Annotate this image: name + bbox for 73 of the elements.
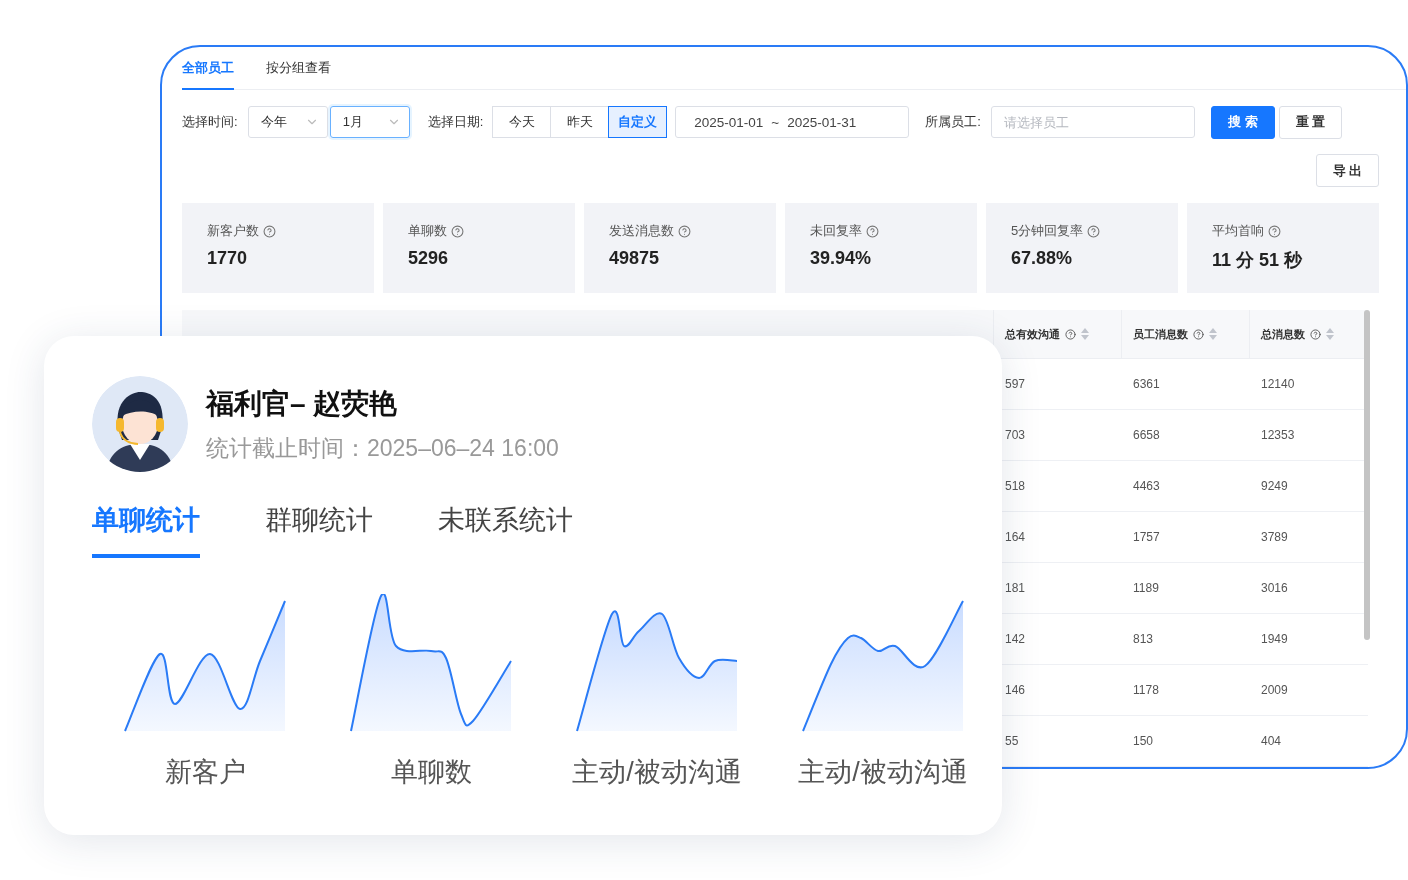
stat-label: 未回复率 (810, 222, 862, 240)
column-header: 员工消息数 (1133, 326, 1188, 342)
help-icon[interactable] (451, 224, 464, 238)
table-cell: 1757 (1133, 530, 1160, 544)
table-cell: 55 (1005, 734, 1019, 748)
table-cell: 6361 (1133, 377, 1160, 391)
column-header: 总有效沟通 (1005, 326, 1060, 342)
filter-label: 选择日期: (427, 113, 484, 131)
stat-value: 39.94% (810, 248, 873, 269)
help-icon[interactable] (866, 224, 879, 238)
table-cell: 1189 (1133, 581, 1159, 595)
tab[interactable]: 未联系统计 (438, 502, 573, 558)
table-cell: 9249 (1261, 479, 1288, 493)
table-cell: 703 (1005, 428, 1026, 442)
staff-select-field[interactable]: 请选择员工 (990, 106, 1195, 138)
date-option[interactable]: 今天 (492, 106, 552, 138)
year-select[interactable]: 今年 (247, 106, 328, 138)
tab[interactable]: 按分组查看 (266, 47, 331, 90)
table-cell: 181 (1005, 581, 1026, 595)
table-cell: 518 (1005, 479, 1026, 493)
table-cell: 813 (1133, 632, 1154, 646)
stat-value: 11 分 51 秒 (1212, 249, 1304, 272)
chart-label: 主动/被动沟通 (572, 756, 742, 789)
table-cell: 12353 (1261, 428, 1295, 442)
search-button[interactable]: 搜 索 (1210, 105, 1275, 139)
chart-label: 新客户 (164, 756, 246, 789)
stat-label: 5分钟回复率 (1011, 222, 1084, 240)
stat-value: 1770 (207, 248, 249, 269)
help-icon[interactable] (1268, 224, 1281, 238)
date-option[interactable]: 自定义 (608, 106, 668, 138)
table-cell: 164 (1005, 530, 1026, 544)
table-cell: 12140 (1261, 377, 1295, 391)
help-icon[interactable] (1065, 328, 1076, 340)
stat-label: 平均首响 (1212, 222, 1264, 240)
tab[interactable]: 全部员工 (182, 47, 234, 90)
stat-label: 发送消息数 (609, 222, 674, 240)
table-cell: 146 (1005, 683, 1026, 697)
table-cell: 142 (1005, 632, 1026, 646)
employee-name: 福利官– 赵荧艳 (206, 386, 399, 421)
stat-label: 单聊数 (408, 222, 447, 240)
help-icon[interactable] (263, 224, 276, 238)
table-cell: 150 (1133, 734, 1154, 748)
help-icon[interactable] (1310, 328, 1321, 340)
date-option[interactable]: 昨天 (550, 106, 610, 138)
export-button[interactable]: 导 出 (1316, 154, 1379, 187)
help-icon[interactable] (678, 224, 691, 238)
stat-value: 49875 (609, 248, 661, 269)
table-cell: 4463 (1133, 479, 1160, 493)
cutoff-time: 统计截止时间：2025–06–24 16:00 (206, 433, 559, 463)
chart-label: 主动/被动沟通 (798, 756, 968, 789)
table-cell: 6658 (1133, 428, 1160, 442)
table-cell: 3016 (1261, 581, 1288, 595)
date-range-field[interactable]: 2025-01-01 ~ 2025-01-31 (675, 106, 910, 138)
table-cell: 1949 (1261, 632, 1288, 646)
chart-label: 单聊数 (390, 756, 472, 789)
table-cell: 597 (1005, 377, 1026, 391)
stat-value: 5296 (408, 248, 450, 269)
column-header: 总消息数 (1261, 326, 1305, 342)
table-cell: 1178 (1133, 683, 1159, 697)
table-cell: 404 (1261, 734, 1282, 748)
scrollbar[interactable] (1364, 310, 1370, 640)
tab[interactable]: 单聊统计 (92, 502, 200, 558)
stat-value: 67.88% (1011, 248, 1074, 269)
reset-button[interactable]: 重 置 (1278, 105, 1342, 139)
month-select[interactable]: 1月 (329, 106, 410, 138)
filter-label: 所属员工: (925, 113, 981, 131)
table-cell: 2009 (1261, 683, 1288, 697)
stat-label: 新客户数 (207, 222, 259, 240)
tab[interactable]: 群聊统计 (265, 502, 373, 558)
help-icon[interactable] (1193, 328, 1204, 340)
table-cell: 3789 (1261, 530, 1288, 544)
help-icon[interactable] (1087, 224, 1101, 238)
filter-label: 选择时间: (182, 113, 238, 131)
